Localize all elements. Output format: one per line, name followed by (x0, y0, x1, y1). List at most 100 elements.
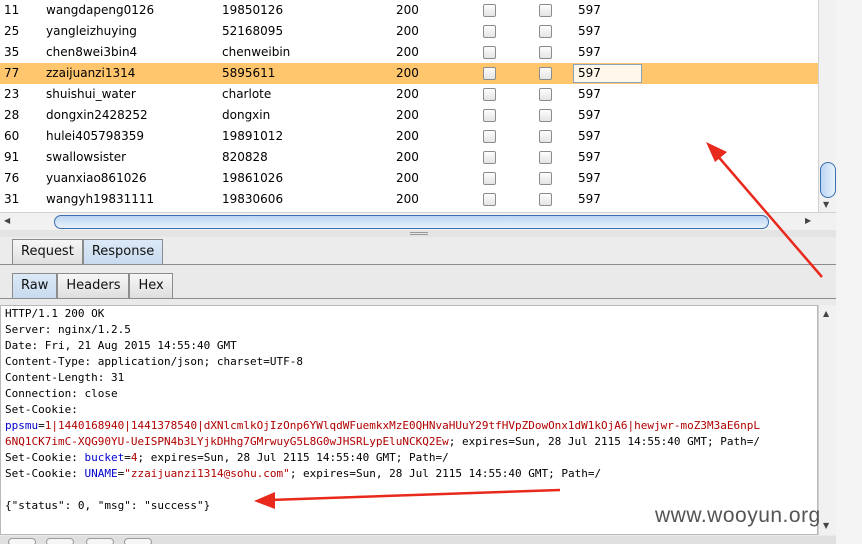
row-password: charlote (222, 87, 272, 101)
row-id: 60 (4, 129, 20, 143)
row-id: 28 (4, 108, 20, 122)
row-id: 25 (4, 24, 20, 38)
timeout-checkbox[interactable] (539, 109, 552, 122)
timeout-checkbox[interactable] (539, 130, 552, 143)
row-length: 597 (578, 150, 601, 164)
row-id: 91 (4, 150, 20, 164)
row-password: 820828 (222, 150, 268, 164)
cookie-value: "zzaijuanzi1314@sohu.com" (124, 467, 290, 480)
header-content-type: Content-Type: application/json; charset=… (5, 355, 304, 368)
raw-response-text[interactable]: HTTP/1.1 200 OK Server: nginx/1.2.5 Date… (0, 305, 818, 535)
row-status: 200 (396, 192, 419, 206)
cookie-ppsmu-line: ppsmu=1|1440168940|1441378540|dXNlcmlkOj… (5, 419, 760, 432)
results-vertical-scrollbar[interactable]: ▼ (818, 0, 836, 212)
cookie-attrs: ; expires=Sun, 28 Jul 2115 14:55:40 GMT;… (137, 451, 449, 464)
timeout-checkbox[interactable] (539, 151, 552, 164)
results-vertical-scroll-thumb[interactable] (820, 162, 836, 198)
row-length: 597 (578, 192, 601, 206)
row-id: 35 (4, 45, 20, 59)
response-body: {"status": 0, "msg": "success"} (5, 499, 211, 512)
row-status: 200 (396, 66, 419, 80)
tab-raw[interactable]: Raw (12, 273, 58, 299)
timeout-checkbox[interactable] (539, 25, 552, 38)
response-vertical-scrollbar[interactable]: ▲ ▼ (818, 305, 836, 535)
previous-button[interactable] (46, 538, 74, 544)
view-tabs: Raw Headers Hex (12, 273, 173, 299)
row-status: 200 (396, 129, 419, 143)
error-checkbox[interactable] (483, 88, 496, 101)
row-id: 76 (4, 171, 20, 185)
row-username: swallowsister (46, 150, 127, 164)
tab-request[interactable]: Request (12, 239, 83, 265)
row-id: 31 (4, 192, 20, 206)
header-set-cookie-label: Set-Cookie: (5, 403, 78, 416)
cookie-ppsmu-line-cont: 6NQ1CK7imC-XQG90YU-UeISPN4b3LYjkDHhg7GMr… (5, 434, 760, 450)
tab-response[interactable]: Response (82, 239, 164, 265)
scroll-down-icon[interactable]: ▼ (823, 521, 829, 531)
row-password: 52168095 (222, 24, 284, 38)
window-edge (836, 0, 862, 544)
timeout-checkbox[interactable] (539, 67, 552, 80)
cookie-prefix: Set-Cookie: (5, 467, 85, 480)
pane-splitter[interactable] (0, 230, 836, 237)
table-row[interactable]: 91 swallowsister 820828 200 597 (0, 147, 818, 168)
error-checkbox[interactable] (483, 67, 496, 80)
tab-headers[interactable]: Headers (57, 273, 130, 299)
error-checkbox[interactable] (483, 130, 496, 143)
row-username: shuishui_water (46, 87, 136, 101)
row-length: 597 (578, 129, 601, 143)
add-button[interactable] (86, 538, 114, 544)
table-row[interactable]: 28 dongxin2428252 dongxin 200 597 (0, 105, 818, 126)
row-password: 19830606 (222, 192, 284, 206)
row-username: hulei405798359 (46, 129, 144, 143)
timeout-checkbox[interactable] (539, 4, 552, 17)
results-horizontal-scrollbar[interactable]: ◀ ▶ (0, 212, 836, 230)
scroll-down-icon[interactable]: ▼ (823, 200, 829, 210)
error-checkbox[interactable] (483, 109, 496, 122)
error-checkbox[interactable] (483, 193, 496, 206)
scroll-up-icon[interactable]: ▲ (823, 309, 829, 319)
row-status: 200 (396, 150, 419, 164)
error-checkbox[interactable] (483, 151, 496, 164)
table-row[interactable]: 76 yuanxiao861026 19861026 200 597 (0, 168, 818, 189)
next-button[interactable] (124, 538, 152, 544)
table-row[interactable]: 35 chen8wei3bin4 chenweibin 200 597 (0, 42, 818, 63)
table-row[interactable]: 31 wangyh19831111 19830606 200 597 (0, 189, 818, 210)
row-password: 5895611 (222, 66, 276, 80)
row-length: 597 (578, 87, 601, 101)
table-row[interactable]: 77 zzaijuanzi1314 5895611 200 597 (0, 63, 818, 84)
watermark: www.wooyun.org (655, 504, 821, 527)
help-button[interactable] (8, 538, 36, 544)
scroll-right-icon[interactable]: ▶ (805, 216, 811, 226)
table-row[interactable]: 25 yangleizhuying 52168095 200 597 (0, 21, 818, 42)
results-horizontal-scroll-thumb[interactable] (54, 215, 769, 229)
error-checkbox[interactable] (483, 25, 496, 38)
row-length: 597 (578, 3, 601, 17)
timeout-checkbox[interactable] (539, 172, 552, 185)
tab-hex[interactable]: Hex (129, 273, 173, 299)
table-row[interactable]: 23 shuishui_water charlote 200 597 (0, 84, 818, 105)
error-checkbox[interactable] (483, 172, 496, 185)
header-date: Date: Fri, 21 Aug 2015 14:55:40 GMT (5, 339, 237, 352)
results-table: 11 wangdapeng0126 19850126 200 597 25 yangleiz… (0, 0, 836, 230)
row-username: yangleizhuying (46, 24, 137, 38)
row-status: 200 (396, 45, 419, 59)
row-length: 597 (578, 171, 601, 185)
row-status: 200 (396, 3, 419, 17)
error-checkbox[interactable] (483, 46, 496, 59)
row-password: chenweibin (222, 45, 291, 59)
error-checkbox[interactable] (483, 4, 496, 17)
row-id: 77 (4, 66, 20, 80)
table-row[interactable]: 60 hulei405798359 19891012 200 597 (0, 126, 818, 147)
timeout-checkbox[interactable] (539, 88, 552, 101)
cookie-attrs: ; expires=Sun, 28 Jul 2115 14:55:40 GMT;… (289, 467, 602, 480)
splitter-grip-icon[interactable] (410, 232, 428, 235)
timeout-checkbox[interactable] (539, 193, 552, 206)
cookie-prefix: Set-Cookie: (5, 451, 85, 464)
timeout-checkbox[interactable] (539, 46, 552, 59)
row-id: 23 (4, 87, 20, 101)
table-row[interactable]: 11 wangdapeng0126 19850126 200 597 (0, 0, 818, 21)
row-status: 200 (396, 108, 419, 122)
scroll-left-icon[interactable]: ◀ (4, 216, 10, 226)
row-password: 19850126 (222, 3, 284, 17)
